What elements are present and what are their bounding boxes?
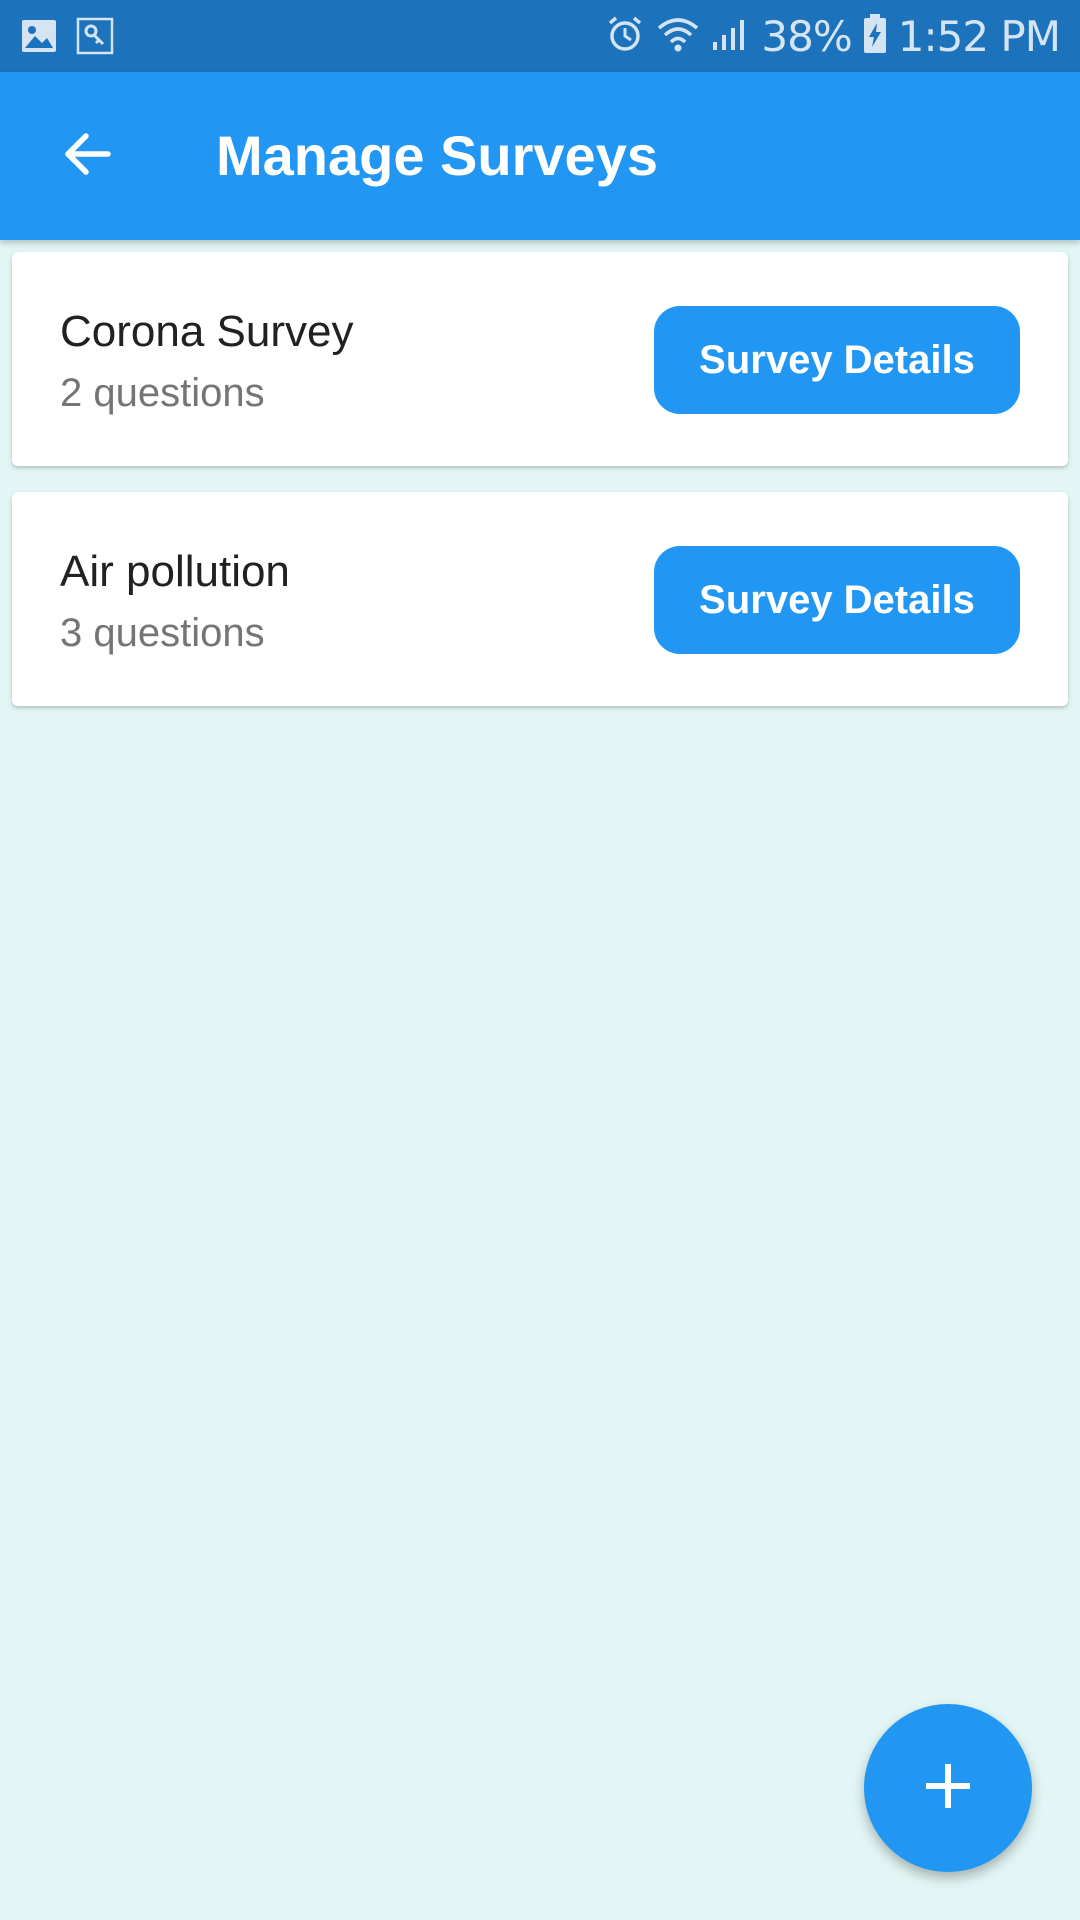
system-status: 38% 1:52 PM xyxy=(605,10,1061,62)
page-title: Manage Surveys xyxy=(216,124,658,187)
clock: 1:52 PM xyxy=(897,11,1061,61)
survey-details-button[interactable]: Survey Details xyxy=(654,306,1020,414)
question-count: 3 questions xyxy=(60,611,265,655)
survey-name: Corona Survey xyxy=(60,307,354,356)
plus-icon xyxy=(920,1758,976,1819)
battery-charging-icon xyxy=(862,13,888,60)
signal-icon xyxy=(711,14,751,59)
app-bar: Manage Surveys xyxy=(0,72,1080,240)
back-button[interactable] xyxy=(44,114,128,198)
add-survey-button[interactable] xyxy=(864,1704,1032,1872)
alarm-icon xyxy=(605,14,645,59)
status-bar: 38% 1:52 PM xyxy=(0,0,1080,72)
key-icon xyxy=(76,17,114,60)
survey-details-button[interactable]: Survey Details xyxy=(654,546,1020,654)
survey-card: Corona Survey 2 questions Survey Details xyxy=(12,252,1068,466)
survey-card: Air pollution 3 questions Survey Details xyxy=(12,492,1068,706)
wifi-icon xyxy=(655,14,701,59)
survey-list: Corona Survey 2 questions Survey Details… xyxy=(12,252,1068,732)
notification-icons xyxy=(20,17,114,60)
arrow-back-icon xyxy=(60,128,112,185)
question-count: 2 questions xyxy=(60,371,265,415)
survey-name: Air pollution xyxy=(60,547,290,596)
battery-percent: 38% xyxy=(761,11,852,61)
gallery-icon xyxy=(20,17,58,60)
